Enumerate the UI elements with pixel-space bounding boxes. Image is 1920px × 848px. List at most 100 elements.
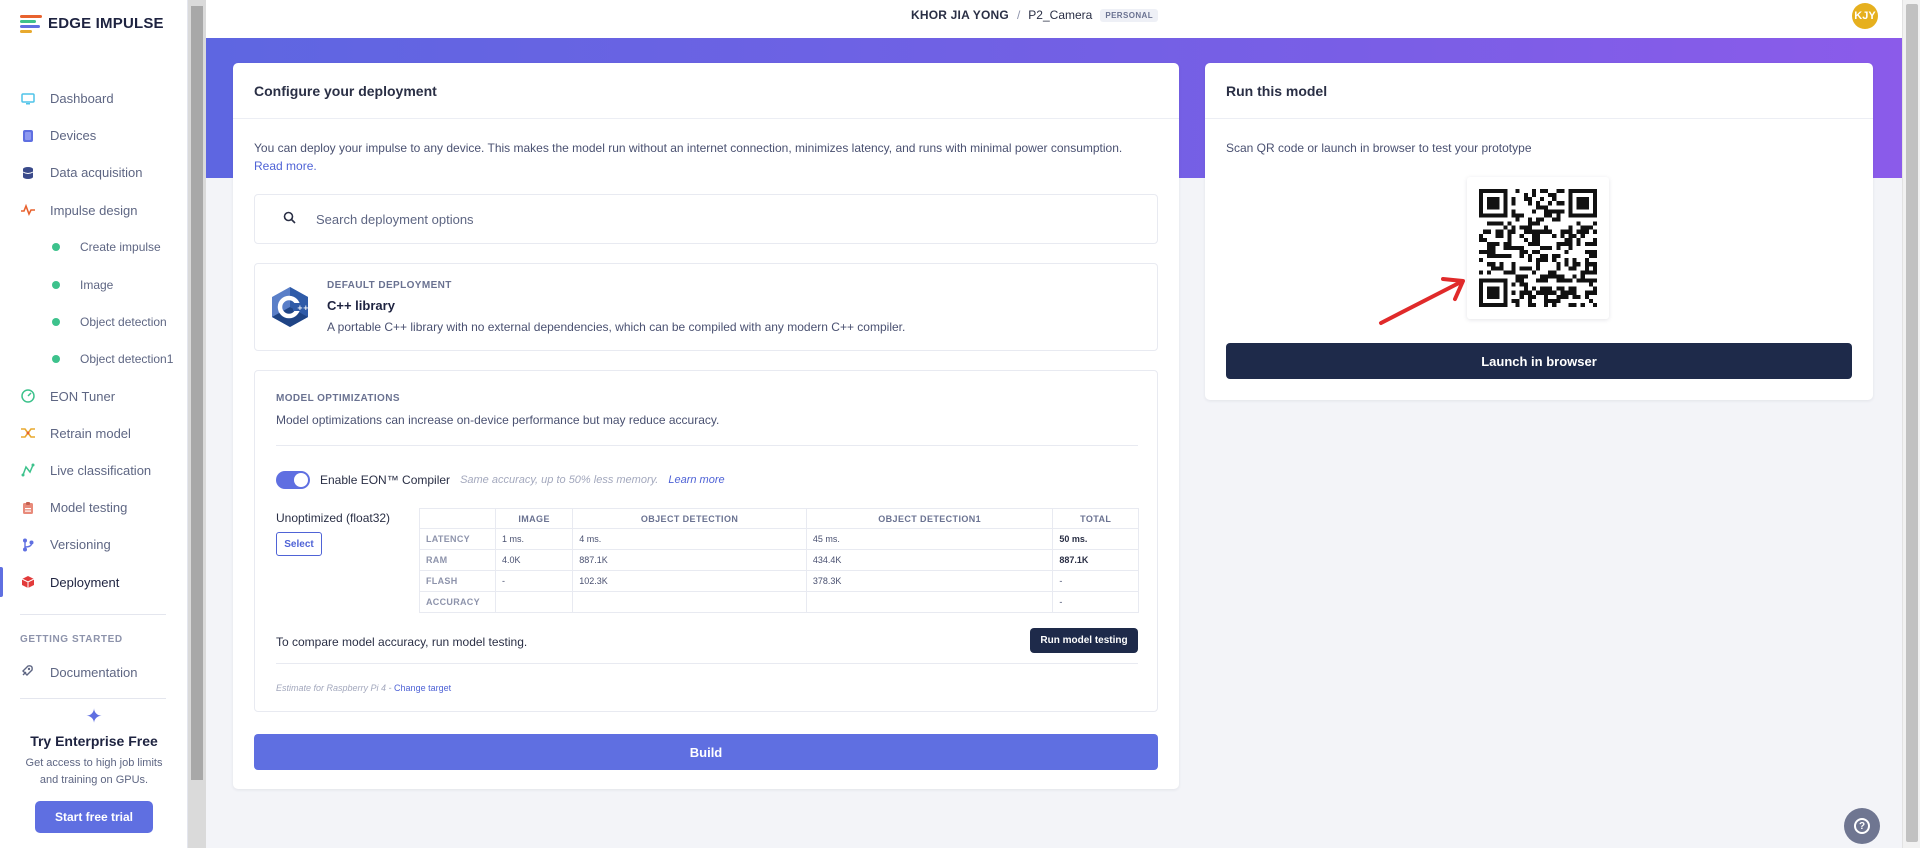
search-input[interactable] (316, 211, 1116, 227)
table-header: OBJECT DETECTION (572, 508, 807, 529)
read-more-link[interactable]: Read more. (254, 159, 317, 173)
logo-text: EDGE IMPULSE (48, 14, 164, 32)
build-button[interactable]: Build (254, 734, 1158, 770)
sidebar-item-devices[interactable]: Devices (0, 117, 188, 154)
table-cell: 1 ms. (494, 528, 574, 550)
table-header-row: IMAGE OBJECT DETECTION OBJECT DETECTION1… (419, 508, 1139, 529)
table-cell: - (494, 570, 574, 592)
scrollbar-thumb[interactable] (191, 6, 203, 780)
enterprise-promo: ✦ Try Enterprise Free Get access to high… (0, 704, 188, 833)
table-cell: 378.3K (805, 570, 1054, 592)
model-optimizations: MODEL OPTIMIZATIONS Model optimizations … (254, 370, 1158, 712)
table-row: FLASH - 102.3K 378.3K - (419, 570, 1139, 592)
table-header: IMAGE (494, 508, 574, 529)
sidebar-item-label: Model testing (50, 500, 128, 516)
sidebar-item-data-acquisition[interactable]: Data acquisition (0, 154, 188, 191)
sidebar-item-retrain-model[interactable]: Retrain model (0, 415, 188, 452)
status-dot-icon (52, 243, 60, 252)
sidebar-item-label: Create impulse (80, 240, 161, 255)
sidebar-item-model-testing[interactable]: Model testing (0, 489, 188, 526)
status-dot-icon (52, 280, 60, 289)
question-icon: ? (1854, 818, 1870, 834)
learn-more-link[interactable]: Learn more (668, 474, 724, 486)
table-header: TOTAL (1052, 508, 1139, 529)
sidebar-item-label: Data acquisition (50, 165, 143, 181)
table-cell: RAM (419, 549, 496, 571)
table-row: LATENCY 1 ms. 4 ms. 45 ms. 50 ms. (419, 528, 1139, 550)
sidebar-item-deployment[interactable]: Deployment (0, 563, 188, 600)
unoptimized-label: Unoptimized (float32) (276, 511, 391, 525)
start-free-trial-button[interactable]: Start free trial (35, 801, 153, 833)
deployment-description-text: You can deploy your impulse to any devic… (254, 141, 1123, 155)
select-button[interactable]: Select (276, 532, 322, 556)
sidebar-item-label: Dashboard (50, 91, 114, 107)
table-cell: - (1052, 570, 1139, 592)
table-header (419, 508, 496, 529)
logo-mark-icon (20, 14, 42, 33)
edge-impulse-logo[interactable]: EDGE IMPULSE (20, 14, 164, 33)
table-cell (494, 591, 574, 613)
table-cell: 434.4K (805, 549, 1054, 571)
eon-compiler-toggle[interactable] (276, 471, 310, 489)
table-cell: 4 ms. (572, 528, 807, 550)
table-cell: ACCURACY (419, 591, 496, 613)
sidebar-scrollbar[interactable] (188, 0, 206, 848)
sidebar: EDGE IMPULSE Dashboard Devices Data acqu… (0, 0, 188, 848)
sidebar-item-impulse-design[interactable]: Impulse design (0, 192, 188, 229)
card-title: Configure your deployment (233, 63, 1179, 119)
breadcrumb: KHOR JIA YONG / P2_Camera PERSONAL (911, 8, 1158, 22)
table-cell: FLASH (419, 570, 496, 592)
sidebar-item-label: Object detection1 (80, 351, 174, 366)
estimate-text: Estimate for Raspberry Pi 4 - Change tar… (276, 683, 451, 693)
breadcrumb-project[interactable]: P2_Camera (1028, 8, 1092, 22)
table-cell (805, 591, 1054, 613)
sidebar-item-versioning[interactable]: Versioning (0, 526, 188, 563)
page-scrollbar[interactable] (1902, 0, 1920, 848)
deployment-search[interactable] (254, 194, 1158, 244)
sidebar-item-documentation[interactable]: Documentation (20, 664, 137, 680)
sidebar-item-eon-tuner[interactable]: EON Tuner (0, 378, 188, 415)
box-icon (20, 574, 36, 590)
sidebar-item-label: Devices (50, 128, 97, 144)
sidebar-item-dashboard[interactable]: Dashboard (0, 80, 188, 117)
table-cell: - (1052, 591, 1139, 613)
change-target-link[interactable]: Change target (394, 683, 451, 693)
sidebar-divider (20, 614, 166, 615)
sidebar-item-label: EON Tuner (50, 388, 116, 404)
sidebar-item-label: Image (80, 277, 114, 292)
default-deployment[interactable]: ++ DEFAULT DEPLOYMENT C++ library A port… (254, 263, 1158, 351)
sidebar-item-label: Impulse design (50, 202, 138, 218)
sidebar-item-object-detection[interactable]: Object detection (0, 303, 188, 340)
sidebar-divider (20, 698, 166, 699)
getting-started-label: GETTING STARTED (20, 634, 123, 645)
card-title: Run this model (1205, 63, 1873, 119)
help-button[interactable]: ? (1844, 808, 1880, 844)
sidebar-item-object-detection1[interactable]: Object detection1 (0, 340, 188, 377)
breadcrumb-owner[interactable]: KHOR JIA YONG (911, 8, 1009, 22)
estimate-label: Estimate for Raspberry Pi 4 - (276, 683, 395, 693)
default-deployment-description: A portable C++ library with no external … (327, 320, 906, 334)
run-model-testing-button[interactable]: Run model testing (1030, 628, 1138, 653)
default-deployment-name: C++ library (327, 298, 395, 313)
pulse-icon (20, 202, 36, 218)
launch-in-browser-button[interactable]: Launch in browser (1226, 343, 1852, 379)
sidebar-item-image[interactable]: Image (0, 266, 188, 303)
table-cell (572, 591, 807, 613)
database-icon (20, 165, 36, 181)
sidebar-item-label: Live classification (50, 462, 152, 478)
sidebar-nav: Dashboard Devices Data acquisition Impul… (0, 80, 188, 601)
clipboard-icon (20, 500, 36, 516)
avatar[interactable]: KJY (1852, 3, 1878, 29)
sidebar-item-live-classification[interactable]: Live classification (0, 452, 188, 489)
graph-icon (20, 462, 36, 478)
device-icon (20, 128, 36, 144)
model-optimizations-note: Model optimizations can increase on-devi… (276, 413, 720, 427)
table-cell: 887.1K (1052, 549, 1139, 571)
sparkle-icon: ✦ (85, 706, 103, 728)
configure-deployment-card: Configure your deployment You can deploy… (233, 63, 1179, 789)
scrollbar-thumb[interactable] (1906, 4, 1918, 842)
sidebar-item-create-impulse[interactable]: Create impulse (0, 229, 188, 266)
documentation-label: Documentation (50, 664, 138, 680)
qr-code[interactable] (1467, 177, 1609, 319)
red-arrow-annotation (1379, 277, 1465, 325)
